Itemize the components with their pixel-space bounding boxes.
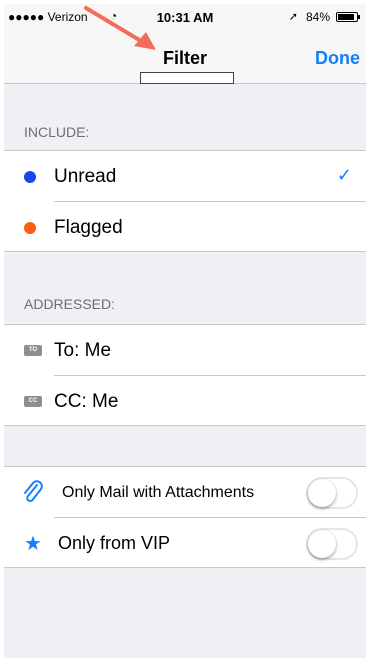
battery-percentage: 84% <box>305 10 330 24</box>
navigation-bar: Filter Done <box>4 28 366 84</box>
filter-row-cc-me[interactable]: CC CC: Me <box>4 376 366 426</box>
page-title: Filter <box>162 48 207 68</box>
checkmark-icon: ✓ <box>336 165 352 185</box>
to-tag-icon: TO <box>24 345 42 356</box>
filter-row-unread[interactable]: Unread ✓ <box>4 151 366 201</box>
attachments-label: Only Mail with Attachments <box>62 484 255 501</box>
done-button[interactable]: Done <box>315 48 360 69</box>
paperclip-icon <box>24 480 43 502</box>
cc-me-label: CC: Me <box>54 391 119 412</box>
redaction-box <box>140 72 234 84</box>
cc-tag-icon: CC <box>24 396 42 407</box>
include-group: Unread ✓ Flagged <box>4 150 366 252</box>
attachments-toggle[interactable] <box>306 477 358 509</box>
filter-row-vip[interactable]: ★ Only from VIP <box>4 518 366 568</box>
vip-label: Only from VIP <box>58 533 171 553</box>
addressed-group: TO To: Me CC CC: Me <box>4 324 366 426</box>
options-group: Only Mail with Attachments ★ Only from V… <box>4 466 366 568</box>
addressed-header: ADDRESSED: <box>24 296 116 312</box>
toggle-knob <box>308 479 336 507</box>
unread-dot-icon <box>24 171 36 183</box>
include-header: INCLUDE: <box>24 124 90 140</box>
vip-toggle[interactable] <box>306 528 358 560</box>
location-icon: ➚ <box>288 11 298 23</box>
toggle-knob <box>308 530 336 558</box>
mail-filter-screen: ●●●●● Verizon ◔ 10:31 AM ➚ 84% Filter Do… <box>4 4 366 658</box>
flagged-label: Flagged <box>54 217 123 238</box>
filter-row-to-me[interactable]: TO To: Me <box>4 325 366 375</box>
battery-icon <box>336 12 360 22</box>
annotation-arrow-icon <box>84 6 156 50</box>
flag-dot-icon <box>24 222 36 234</box>
filter-row-attachments[interactable]: Only Mail with Attachments <box>4 467 366 517</box>
filter-row-flagged[interactable]: Flagged <box>4 202 366 252</box>
star-icon: ★ <box>24 533 42 555</box>
unread-label: Unread <box>54 166 117 187</box>
status-bar: ●●●●● Verizon ◔ 10:31 AM ➚ 84% <box>4 4 366 28</box>
to-me-label: To: Me <box>54 340 112 361</box>
